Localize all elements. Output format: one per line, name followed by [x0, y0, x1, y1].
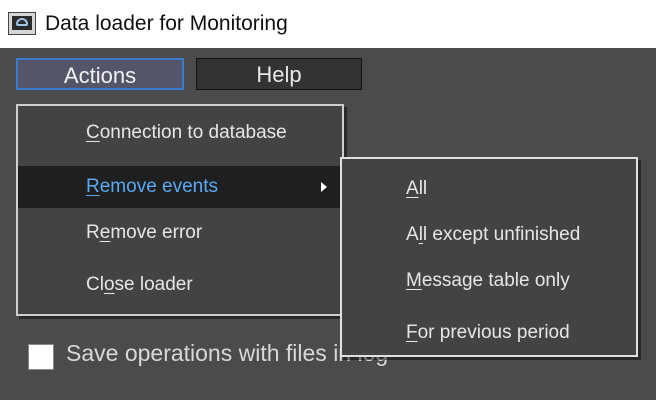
save-log-checkbox[interactable]: [28, 344, 54, 370]
title-bar: Data loader for Monitoring: [0, 0, 656, 48]
menu-item-close-loader[interactable]: Close loader: [18, 264, 342, 306]
menu-help[interactable]: Help: [196, 58, 362, 90]
submenu-item-message-table-only[interactable]: Message table only: [342, 260, 636, 302]
submenu-item-label: All: [406, 178, 428, 199]
submenu-item-all[interactable]: All: [342, 168, 636, 210]
window-title: Data loader for Monitoring: [45, 12, 288, 35]
menu-item-remove-events[interactable]: Remove events: [18, 166, 342, 208]
submenu-item-label: For previous period: [406, 322, 570, 343]
menu-item-label: Connection to database: [86, 122, 287, 143]
menu-item-remove-error[interactable]: Remove error: [18, 212, 342, 254]
submenu-item-all-except-unfinished[interactable]: All except unfinished: [342, 214, 636, 256]
submenu-item-label: Message table only: [406, 270, 570, 291]
remove-events-submenu: All All except unfinished Message table …: [340, 157, 638, 357]
monitor-eye-icon: [8, 12, 36, 35]
menu-item-label: Remove error: [86, 222, 203, 243]
menu-item-connection-to-database[interactable]: Connection to database: [18, 112, 342, 154]
menu-item-label: Close loader: [86, 274, 193, 295]
menu-actions[interactable]: Actions: [16, 58, 184, 90]
submenu-arrow-icon: [321, 182, 327, 192]
actions-dropdown: Connection to database Remove events Rem…: [16, 104, 344, 316]
submenu-item-for-previous-period[interactable]: For previous period: [342, 312, 636, 354]
menu-item-label: Remove events: [86, 176, 219, 197]
submenu-item-label: All except unfinished: [406, 224, 581, 245]
